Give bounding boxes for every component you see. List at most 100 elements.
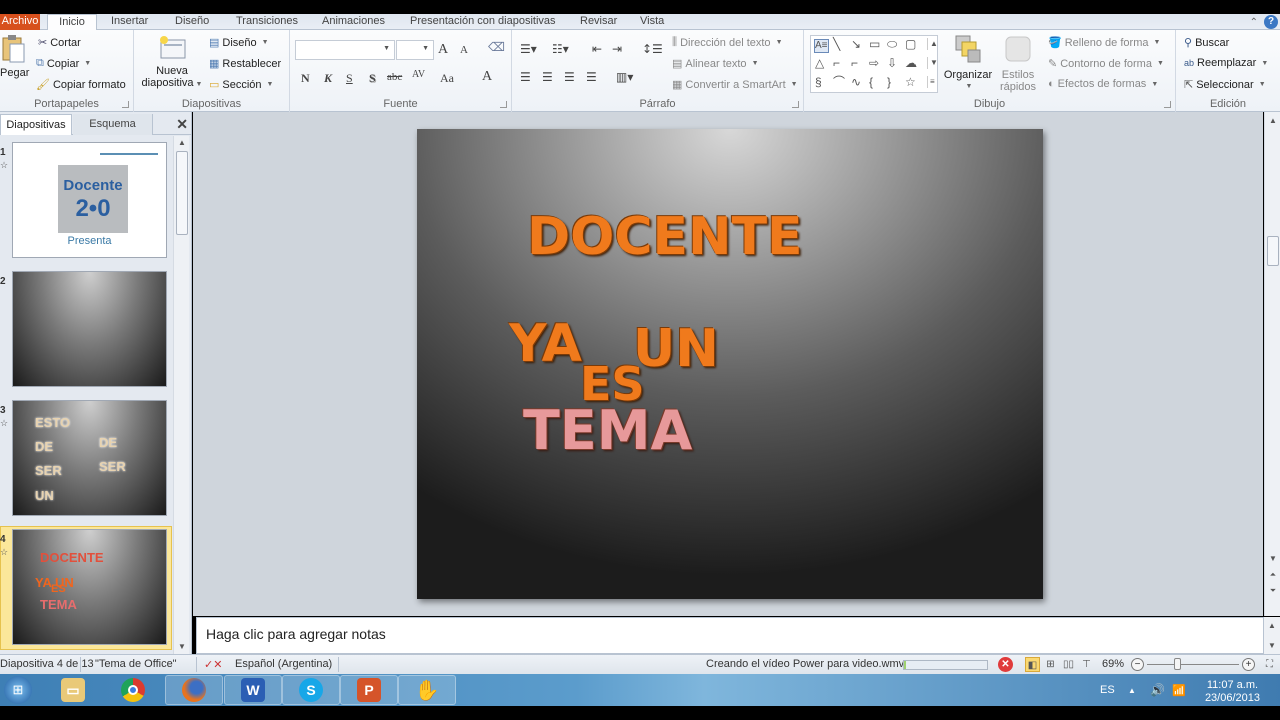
volume-icon[interactable]: 🔊: [1150, 674, 1165, 706]
scroll-up-icon[interactable]: ▲: [174, 136, 190, 150]
shape-fill-button[interactable]: 🪣 Relleno de forma ▼: [1048, 36, 1160, 50]
tab-vista[interactable]: Vista: [640, 14, 664, 30]
tab-revisar[interactable]: Revisar: [580, 14, 617, 30]
numbering-icon[interactable]: ☷▾: [552, 42, 569, 56]
copy-button[interactable]: ⧉ Copiar ▼: [36, 57, 91, 70]
decrease-indent-icon[interactable]: ⇤: [592, 42, 602, 56]
taskbar-explorer[interactable]: ▭: [44, 675, 102, 705]
grow-font-button[interactable]: A: [438, 42, 448, 58]
zoom-level[interactable]: 69%: [1102, 658, 1124, 670]
taskbar-word[interactable]: W: [224, 675, 282, 705]
gallery-more-icon[interactable]: ≡: [927, 76, 935, 88]
dialog-launcher-icon[interactable]: [1164, 101, 1171, 108]
zoom-in-button[interactable]: +: [1242, 658, 1255, 671]
slide-thumbnail-1[interactable]: Docente 2•0 Presenta: [12, 142, 167, 258]
dialog-launcher-icon[interactable]: [500, 101, 507, 108]
language-indicator[interactable]: ES: [1100, 674, 1115, 706]
tab-presentacion[interactable]: Presentación con diapositivas: [410, 14, 556, 30]
tab-outline[interactable]: Esquema: [73, 114, 153, 135]
tab-inicio[interactable]: Inicio: [47, 14, 97, 31]
scroll-down-icon[interactable]: ▼: [1264, 639, 1280, 653]
oval-shape-icon[interactable]: ⬭: [887, 38, 897, 50]
right-arrow-shape-icon[interactable]: ⇨: [869, 57, 879, 69]
taskbar-firefox[interactable]: [165, 675, 223, 705]
align-text-button[interactable]: ▤ Alinear texto ▼: [672, 57, 759, 71]
format-painter-button[interactable]: 🖌 Copiar formato: [36, 78, 126, 92]
wordart-un[interactable]: UN: [633, 319, 719, 379]
section-button[interactable]: ▭ Sección ▼: [209, 78, 273, 92]
layout-button[interactable]: ▤ Diseño ▼: [209, 36, 269, 50]
scroll-down-icon[interactable]: ▼: [1265, 552, 1280, 566]
language[interactable]: Español (Argentina): [235, 658, 332, 670]
shapes-gallery[interactable]: A≡ ╲ ↘ ▭ ⬭ ▢ △ ⌐ ⌐ ⇨ ⇩ ☁ § ⌒ ∿ { } ☆ ▲ ▼: [810, 35, 938, 93]
dialog-launcher-icon[interactable]: [792, 101, 799, 108]
shape-outline-button[interactable]: ✎ Contorno de forma ▼: [1048, 57, 1164, 71]
reading-view-button[interactable]: ▯▯: [1061, 657, 1076, 672]
notes-placeholder[interactable]: Haga clic para agregar notas: [206, 626, 386, 642]
system-clock[interactable]: 11:07 a.m. 23/06/2013: [1205, 679, 1260, 705]
right-brace-shape-icon[interactable]: }: [887, 76, 891, 88]
new-slide-button[interactable]: Nueva diapositiva ▼: [140, 34, 204, 91]
thumbnail-scrollbar[interactable]: ▲ ▼: [173, 136, 189, 654]
minimize-ribbon-icon[interactable]: ⌃: [1250, 17, 1258, 28]
taskbar-skype[interactable]: S: [282, 675, 340, 705]
zoom-out-button[interactable]: −: [1131, 658, 1144, 671]
scroll-up-icon[interactable]: ▲: [1265, 114, 1280, 128]
tab-animaciones[interactable]: Animaciones: [322, 14, 385, 30]
wordart-tema[interactable]: TEMA: [523, 399, 692, 462]
tab-insertar[interactable]: Insertar: [111, 14, 148, 30]
line-spacing-icon[interactable]: ↕☰: [642, 42, 663, 56]
notes-pane[interactable]: Haga clic para agregar notas: [196, 617, 1264, 654]
fit-to-window-button[interactable]: ⛶: [1262, 657, 1277, 672]
tab-archivo[interactable]: Archivo: [0, 14, 40, 30]
elbow-arrow-connector-icon[interactable]: ⌐: [851, 57, 858, 69]
font-color-button[interactable]: A: [482, 69, 492, 85]
increase-indent-icon[interactable]: ⇥: [612, 42, 622, 56]
gallery-down-icon[interactable]: ▼: [927, 57, 938, 69]
taskbar-vlc[interactable]: ✋: [398, 675, 456, 705]
underline-button[interactable]: S: [346, 71, 353, 86]
start-button[interactable]: ⊞: [0, 675, 36, 705]
change-case-button[interactable]: Aa: [440, 71, 454, 86]
slide-thumbnail-2[interactable]: [12, 271, 167, 387]
triangle-shape-icon[interactable]: △: [815, 57, 824, 69]
tab-diseno[interactable]: Diseño: [175, 14, 209, 30]
italic-button[interactable]: K: [324, 71, 332, 86]
normal-view-button[interactable]: ◧: [1025, 657, 1040, 672]
spellcheck-icon[interactable]: ✓✕: [204, 658, 222, 671]
zoom-slider-thumb[interactable]: [1174, 658, 1182, 670]
clear-format-icon[interactable]: ⌫: [488, 40, 505, 55]
elbow-connector-icon[interactable]: ⌐: [833, 57, 840, 69]
gallery-up-icon[interactable]: ▲: [927, 38, 938, 50]
rounded-rect-shape-icon[interactable]: ▢: [905, 38, 916, 50]
shadow-button[interactable]: S: [369, 71, 376, 86]
slide-scrollbar[interactable]: ▲ ▼ ⏶ ⏷: [1264, 112, 1280, 616]
left-brace-shape-icon[interactable]: {: [869, 76, 873, 88]
scroll-up-icon[interactable]: ▲: [1264, 619, 1280, 633]
slide-thumbnail-4[interactable]: DOCENTE YA UN ES TEMA: [12, 529, 167, 645]
star-shape-icon[interactable]: ☆: [905, 76, 916, 88]
rectangle-shape-icon[interactable]: ▭: [869, 38, 880, 50]
shrink-font-button[interactable]: A: [460, 44, 468, 56]
down-arrow-shape-icon[interactable]: ⇩: [887, 57, 897, 69]
cloud-shape-icon[interactable]: ☁: [905, 57, 917, 69]
cancel-video-icon[interactable]: ✕: [998, 657, 1013, 672]
wordart-ya[interactable]: YA: [509, 314, 582, 374]
freeform-shape-icon[interactable]: §: [815, 76, 822, 88]
slideshow-button[interactable]: ⊤: [1079, 657, 1094, 672]
next-slide-icon[interactable]: ⏷: [1265, 584, 1280, 598]
textbox-shape-icon[interactable]: A≡: [814, 39, 829, 53]
scroll-thumb[interactable]: [1267, 236, 1279, 266]
align-right-icon[interactable]: ☰: [564, 70, 575, 84]
bullets-icon[interactable]: ☰▾: [520, 42, 537, 56]
align-center-icon[interactable]: ☰: [542, 70, 553, 84]
current-slide[interactable]: DOCENTE YA UN ES TEMA: [417, 129, 1043, 599]
justify-icon[interactable]: ☰: [586, 70, 597, 84]
find-button[interactable]: ⚲ Buscar: [1184, 36, 1229, 50]
replace-button[interactable]: ab Reemplazar ▼: [1184, 57, 1268, 69]
strikethrough-button[interactable]: abc: [387, 71, 402, 83]
tab-slides[interactable]: Diapositivas: [0, 114, 72, 135]
dialog-launcher-icon[interactable]: [122, 101, 129, 108]
taskbar-powerpoint[interactable]: P: [340, 675, 398, 705]
reset-button[interactable]: ▦ Restablecer: [209, 57, 281, 71]
